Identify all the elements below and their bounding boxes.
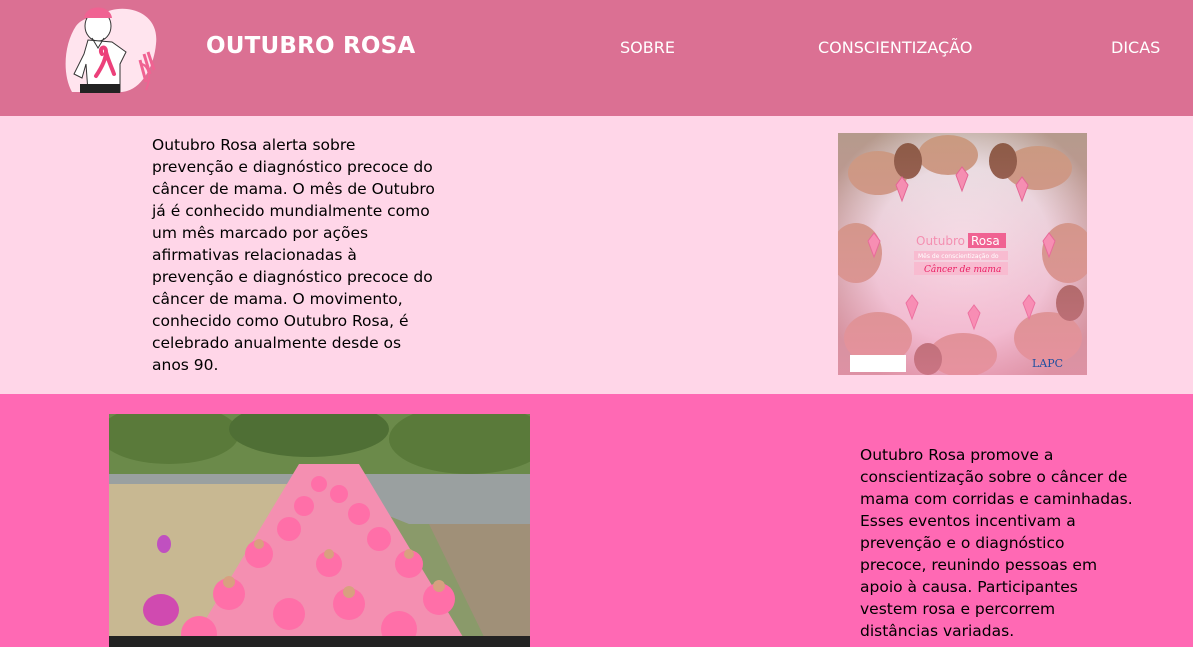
awareness-text: Outubro Rosa promove a conscientização s… xyxy=(860,446,1133,640)
about-section: Outubro Rosa alerta sobre prevenção e di… xyxy=(0,116,1193,394)
image-script: Câncer de mama xyxy=(924,264,1001,275)
walk-crowd-image xyxy=(109,414,530,647)
about-text: Outubro Rosa alerta sobre prevenção e di… xyxy=(152,136,435,374)
awareness-section: Outubro Rosa promove a conscientização s… xyxy=(0,394,1193,647)
image-title-b: Rosa xyxy=(971,234,1000,248)
site-brand[interactable]: OUTUBRO ROSA xyxy=(206,33,415,59)
logo-illustration xyxy=(62,4,162,94)
nav-sobre[interactable]: SOBRE xyxy=(620,38,675,57)
site-header: OUTUBRO ROSA SOBRE CONSCIENTIZAÇÃO DICAS xyxy=(0,0,1193,116)
nav-dicas[interactable]: DICAS xyxy=(1111,38,1160,57)
nav-conscientizacao[interactable]: CONSCIENTIZAÇÃO xyxy=(818,38,972,57)
image-title-a: Outubro xyxy=(916,234,965,248)
ribbon-hands-image: Outubro Rosa Mês de conscientização do C… xyxy=(838,133,1087,375)
image-subtitle: Mês de conscientização do xyxy=(918,253,999,260)
image-logo: LAPC xyxy=(1032,357,1063,370)
